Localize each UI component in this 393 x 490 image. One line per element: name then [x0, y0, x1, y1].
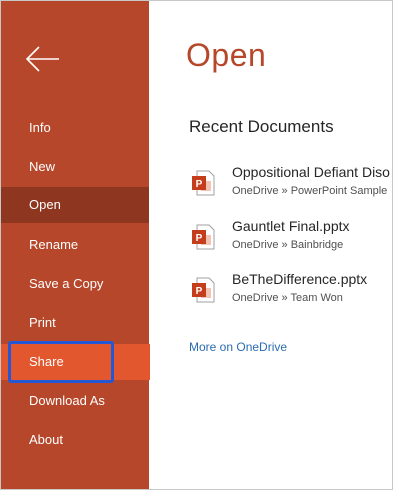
- sidebar-item-open[interactable]: Open: [1, 187, 149, 223]
- page-title: Open: [186, 37, 267, 73]
- open-pane: Open Recent Documents P Oppositional Def…: [149, 1, 392, 489]
- more-on-onedrive-link[interactable]: More on OneDrive: [189, 340, 287, 354]
- sidebar-item-print[interactable]: Print: [1, 305, 149, 341]
- backstage-sidebar: Info New Open Rename Save a Copy Print S…: [1, 1, 150, 489]
- sidebar-item-new[interactable]: New: [1, 149, 149, 185]
- recent-document-item[interactable]: P Gauntlet Final.pptx OneDrive » Bainbri…: [189, 218, 392, 258]
- sidebar-item-about[interactable]: About: [1, 422, 149, 458]
- document-name: BeTheDifference.pptx: [232, 271, 368, 287]
- sidebar-item-save-a-copy[interactable]: Save a Copy: [1, 266, 149, 302]
- sidebar-item-info[interactable]: Info: [1, 110, 149, 146]
- back-button[interactable]: [21, 39, 67, 79]
- svg-text:P: P: [196, 179, 203, 190]
- document-path: OneDrive » PowerPoint Sample: [232, 185, 388, 197]
- sidebar-item-download-as[interactable]: Download As: [1, 383, 149, 419]
- recent-document-item[interactable]: P BeTheDifference.pptx OneDrive » Team W…: [189, 271, 392, 311]
- powerpoint-file-icon: P: [192, 277, 215, 303]
- powerpoint-file-icon: P: [192, 224, 215, 250]
- backstage-window: Info New Open Rename Save a Copy Print S…: [0, 0, 393, 490]
- svg-text:P: P: [196, 286, 203, 297]
- document-name: Oppositional Defiant Diso: [232, 164, 390, 180]
- document-name: Gauntlet Final.pptx: [232, 218, 350, 234]
- powerpoint-file-icon: P: [192, 170, 215, 196]
- recent-documents-heading: Recent Documents: [189, 117, 334, 136]
- document-path: OneDrive » Bainbridge: [232, 239, 344, 251]
- svg-text:P: P: [196, 233, 203, 244]
- sidebar-item-rename[interactable]: Rename: [1, 227, 149, 263]
- recent-document-item[interactable]: P Oppositional Defiant Diso OneDrive » P…: [189, 164, 392, 204]
- document-path: OneDrive » Team Won: [232, 292, 343, 304]
- sidebar-item-share[interactable]: Share: [1, 344, 150, 380]
- arrow-left-icon: [25, 46, 59, 72]
